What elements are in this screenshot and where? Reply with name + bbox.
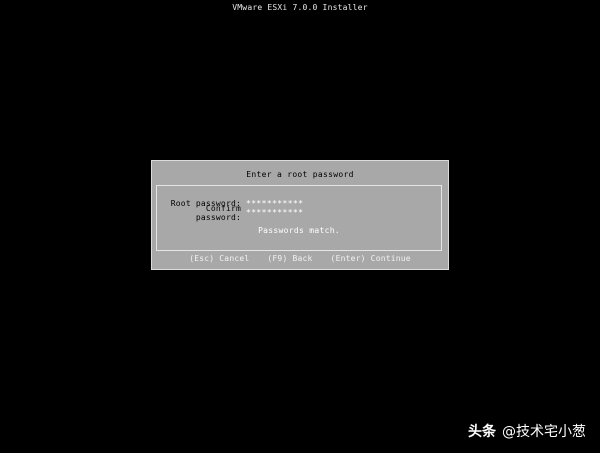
dialog-title: Enter a root password: [246, 170, 354, 179]
dialog-actions: (Esc) Cancel (F9) Back (Enter) Continue: [152, 254, 448, 263]
root-password-dialog: Enter a root password Root password: ***…: [151, 160, 449, 270]
watermark-brand: 头条: [468, 424, 496, 440]
confirm-password-row: Confirm password: ***********: [157, 204, 303, 222]
password-status-message: Passwords match.: [258, 226, 340, 235]
confirm-password-label: Confirm password:: [195, 203, 241, 222]
root-password-field[interactable]: ***********: [246, 199, 303, 208]
watermark-handle: @技术宅小葱: [502, 424, 586, 440]
cancel-button[interactable]: (Esc) Cancel: [189, 254, 249, 263]
confirm-password-field[interactable]: ***********: [246, 208, 303, 217]
back-button[interactable]: (F9) Back: [267, 254, 312, 263]
password-form: Root password: *********** Confirm passw…: [156, 185, 442, 251]
continue-button[interactable]: (Enter) Continue: [331, 254, 411, 263]
watermark: 头条 @技术宅小葱: [468, 421, 586, 441]
installer-title: VMware ESXi 7.0.0 Installer: [232, 3, 368, 12]
